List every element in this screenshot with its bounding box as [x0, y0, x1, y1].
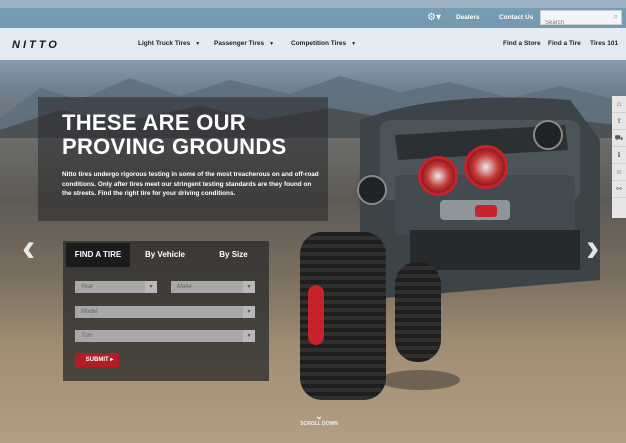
tab-by-size[interactable]: By Size — [200, 243, 267, 267]
nav-label: Passenger Tires — [214, 40, 265, 47]
make-select-label: Make — [177, 284, 192, 290]
tab-find-a-tire[interactable]: FIND A TIRE — [66, 243, 130, 267]
search-box[interactable]: ⌕ — [540, 10, 622, 30]
chevron-down-icon: ▾ — [145, 281, 157, 293]
make-select[interactable]: Make ▾ — [171, 281, 255, 293]
chevron-down-icon: ▾ — [243, 281, 255, 293]
gear-icon[interactable]: ⚙▾ — [427, 12, 441, 23]
utility-bar: ⚙▾ Dealers Contact Us ⌕ — [0, 8, 626, 30]
dealers-link[interactable]: Dealers — [456, 14, 480, 21]
red-wheel-rim — [308, 285, 324, 345]
main-nav: NITTO Light Truck Tires ▼ Passenger Tires… — [0, 28, 626, 60]
people-icon[interactable]: ☺ — [612, 164, 626, 181]
hero-headline-line-2: PROVING GROUNDS — [62, 134, 287, 159]
year-select[interactable]: Year ▾ — [75, 281, 157, 293]
tire-finder: FIND A TIRE By Vehicle By Size Year ▾ Mak… — [63, 241, 269, 381]
find-a-store-link[interactable]: Find a Store — [503, 40, 541, 47]
car-icon[interactable]: ⛟ — [612, 130, 626, 147]
hero-headline: THESE ARE OUR PROVING GROUNDS — [62, 111, 287, 159]
nav-passenger-tires[interactable]: Passenger Tires ▼ — [214, 40, 274, 47]
nav-light-truck-tires[interactable]: Light Truck Tires ▼ — [138, 40, 200, 47]
link-icon[interactable]: ⚯ — [612, 181, 626, 198]
hero-panel: THESE ARE OUR PROVING GROUNDS Nitto tire… — [38, 97, 328, 221]
scroll-down-label: SCROLL DOWN — [300, 421, 338, 427]
chevron-down-icon: ▼ — [351, 41, 357, 47]
side-share-bar: ⌂ ⇪ ⛟ ℹ ☺ ⚯ — [612, 96, 626, 218]
info-icon[interactable]: ℹ — [612, 147, 626, 164]
hero-headline-line-1: THESE ARE OUR — [62, 110, 246, 135]
search-icon[interactable]: ⌕ — [614, 12, 618, 22]
chevron-down-icon: ▾ — [243, 330, 255, 342]
tab-by-vehicle[interactable]: By Vehicle — [130, 243, 200, 267]
carousel-next-arrow-icon[interactable]: › — [586, 228, 599, 268]
nav-competition-tires[interactable]: Competition Tires ▼ — [291, 40, 356, 47]
year-select-label: Year — [81, 284, 94, 290]
hero-background: ⚙▾ Dealers Contact Us ⌕ NITTO Light Truc… — [0, 0, 626, 443]
tires-101-link[interactable]: Tires 101 — [590, 40, 618, 47]
nav-label: Light Truck Tires — [138, 40, 191, 47]
trim-select[interactable]: Trim ▾ — [75, 330, 255, 342]
nitto-logo[interactable]: NITTO — [12, 39, 60, 51]
carousel-prev-arrow-icon[interactable]: ‹ — [22, 228, 35, 268]
contact-us-link[interactable]: Contact Us — [499, 14, 533, 21]
hero-body: Nitto tires undergo rigorous testing in … — [62, 171, 319, 197]
find-a-tire-link[interactable]: Find a Tire — [548, 40, 581, 47]
red-offroad-light-right — [464, 145, 508, 189]
home-icon[interactable]: ⌂ — [612, 96, 626, 113]
trim-select-label: Trim — [81, 333, 93, 339]
chevron-down-icon: ▼ — [269, 41, 275, 47]
chevron-down-icon: ▼ — [195, 41, 201, 47]
chevron-down-icon: ⌄ — [315, 411, 323, 421]
red-offroad-light-left — [418, 156, 458, 196]
chevron-down-icon: ▾ — [243, 306, 255, 318]
nav-label: Competition Tires — [291, 40, 347, 47]
model-select[interactable]: Model ▾ — [75, 306, 255, 318]
submit-button[interactable]: SUBMIT ▸ — [75, 353, 119, 367]
scroll-down-hint[interactable]: ⌄ SCROLL DOWN — [289, 411, 349, 428]
share-icon[interactable]: ⇪ — [612, 113, 626, 130]
rear-tire — [395, 262, 441, 362]
model-select-label: Model — [81, 309, 98, 315]
